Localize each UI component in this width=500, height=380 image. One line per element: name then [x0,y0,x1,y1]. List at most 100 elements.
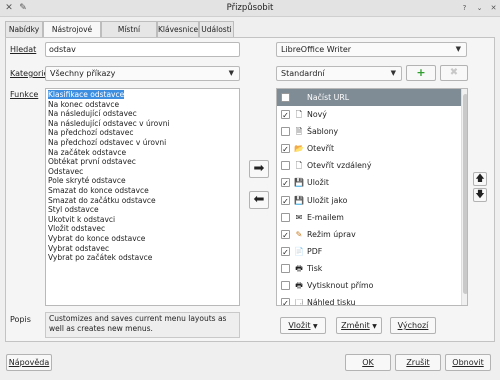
search-label: Hledat [10,45,37,54]
toolbar-item-label: Uložit [307,178,329,188]
templates-icon: 🗎 [295,127,303,137]
toolbar-item-label: Tisk [307,263,323,273]
print-icon: 🖶 [295,263,303,273]
toolbar-list-item[interactable]: ✓ 📂 Otevřít [277,140,461,157]
function-list-item[interactable]: Pole skryté odstavce [46,176,239,186]
item-checkbox[interactable] [281,127,290,137]
function-item-label: Smazat do konce odstavce [48,185,149,195]
toolbar-list-item[interactable]: Načíst URL [277,89,461,107]
tab-menus[interactable]: Nabídky [5,21,43,37]
item-checkbox[interactable] [281,161,290,171]
delete-toolbar-button[interactable]: ✖ [440,65,468,81]
add-toolbar-button[interactable]: + [406,65,436,81]
item-checkbox[interactable]: ✓ [281,195,290,206]
toolbar-list-item[interactable]: 🖶 Vytisknout přímo [277,277,461,294]
add-command-button[interactable]: ➡ [249,160,269,178]
toolbar-items-list[interactable]: Načíst URL ✓ 🗋 Nový 🗎 Šablony ✓ 📂 Otevřít 🗋 Otevří… [276,88,468,306]
item-checkbox[interactable]: ✓ [281,178,290,188]
toolbar-item-label: Náhled tisku [307,298,356,306]
function-item-label: Vybrat do konce odstavce [48,233,146,243]
arrow-left-icon: ⬅ [253,192,265,207]
function-list-item[interactable]: Smazat do konce odstavce [46,186,239,196]
reset-button[interactable]: Obnovit [445,354,491,371]
arrow-down-icon: 🡇 [475,190,485,200]
item-checkbox[interactable] [281,212,290,222]
toolbar-list-item[interactable]: 🗋 Otevřít vzdálený [277,157,461,174]
ok-button[interactable]: OK [345,354,391,371]
item-checkbox[interactable] [281,263,290,273]
function-list-item[interactable]: Na předchozí odstavec v úrovni [46,138,239,148]
item-checkbox[interactable]: ✓ [281,298,290,305]
toolbar-list-item[interactable]: ✓ 📄 PDF [277,243,461,260]
function-list-item[interactable]: Vybrat po začátek odstavce [46,253,239,263]
tab-context-menus[interactable]: Místní nabídky [101,21,157,49]
item-checkbox[interactable] [281,281,290,291]
scrollbar-thumb[interactable] [463,94,467,294]
arrow-up-icon: 🡅 [475,174,485,184]
function-list-item[interactable]: Vložit odstavec [46,224,239,234]
function-item-label: Vybrat odstavec [48,243,110,253]
cancel-button[interactable]: Zrušit [395,354,441,371]
toolbar-list-item[interactable]: ✓ ✎ Režim úprav [277,226,461,243]
toolbar-value: Standardní [281,69,325,78]
tab-events[interactable]: Události [199,21,234,37]
toolbar-item-label: Otevřít [307,144,335,154]
chevron-down-icon: ▼ [228,69,234,77]
function-item-label: Na následující odstavec [48,109,137,119]
toolbar-list-item[interactable]: ✓ 🗋 Nový [277,106,461,123]
item-checkbox[interactable]: ✓ [281,144,290,154]
toolbar-select[interactable]: Standardní ▼ [276,66,402,81]
item-checkbox[interactable]: ✓ [281,229,290,240]
help-button[interactable]: Nápověda [6,354,52,371]
tab-toolbars[interactable]: Nástrojové lišty [43,21,101,49]
toolbar-list-item[interactable]: 🖶 Tisk [277,260,461,277]
functions-list[interactable]: Klasifikace odstavce Na konec odstavce Na … [45,88,240,306]
modify-button[interactable]: Změnit ▼ [336,317,382,334]
insert-button[interactable]: Vložit ▼ [280,317,326,334]
toolbar-list-item[interactable]: ✓ 🗔 Náhled tisku [277,294,461,306]
target-app-select[interactable]: LibreOffice Writer ▼ [276,42,467,57]
function-list-item[interactable]: Styl odstavce [46,205,239,215]
function-list-item[interactable]: Odstavec [46,167,239,177]
item-checkbox[interactable]: ✓ [281,246,290,257]
function-list-item[interactable]: Obtékat první odstavec [46,157,239,167]
scrollbar[interactable] [461,89,467,305]
minimize-icon[interactable]: ⌄ [474,3,485,14]
function-list-item[interactable]: Smazat do začátku odstavce [46,196,239,206]
function-list-item[interactable]: Na následující odstavec v úrovni [46,119,239,129]
toolbar-item-label: E-mailem [307,212,344,222]
defaults-button[interactable]: Výchozí [390,317,436,334]
function-list-item[interactable]: Vybrat do konce odstavce [46,234,239,244]
target-app-value: LibreOffice Writer [281,45,352,54]
category-select[interactable]: Všechny příkazy ▼ [45,66,240,81]
function-list-item[interactable]: Klasifikace odstavce [46,90,239,100]
category-value: Všechny příkazy [50,69,116,78]
chevron-down-icon: ▼ [372,323,377,330]
tab-keyboard[interactable]: Klávesnice [157,21,199,37]
category-label: Kategorie [10,69,49,78]
move-down-button[interactable]: 🡇 [473,188,487,202]
function-list-item[interactable]: Vybrat odstavec [46,244,239,254]
toolbar-list-item[interactable]: ✓ 💾 Uložit [277,174,461,191]
function-item-label: Obtékat první odstavec [48,157,136,167]
window-title: Přizpůsobit [226,3,274,13]
toolbar-item-label: Uložit jako [307,195,348,205]
close-icon[interactable]: ✕ [488,3,499,14]
move-up-button[interactable]: 🡅 [473,172,487,186]
function-list-item[interactable]: Na následující odstavec [46,109,239,119]
toolbar-list-item[interactable]: ✓ 💾 Uložit jako [277,192,461,209]
help-icon[interactable]: ? [459,3,470,14]
search-input[interactable]: odstav [45,42,240,57]
function-list-item[interactable]: Ukotvit k odstavci [46,215,239,225]
function-item-label: Klasifikace odstavce [48,90,125,99]
function-item-label: Smazat do začátku odstavce [48,195,156,205]
item-checkbox[interactable]: ✓ [281,110,290,120]
remove-command-button[interactable]: ⬅ [249,191,269,209]
function-list-item[interactable]: Na předchozí odstavec [46,128,239,138]
function-list-item[interactable]: Na konec odstavce [46,100,239,110]
item-checkbox[interactable] [281,93,290,102]
toolbar-list-item[interactable]: 🗎 Šablony [277,123,461,140]
toolbar-list-item[interactable]: ✉ E-mailem [277,209,461,226]
function-list-item[interactable]: Na začátek odstavce [46,148,239,158]
arrow-right-icon: ➡ [253,161,265,176]
